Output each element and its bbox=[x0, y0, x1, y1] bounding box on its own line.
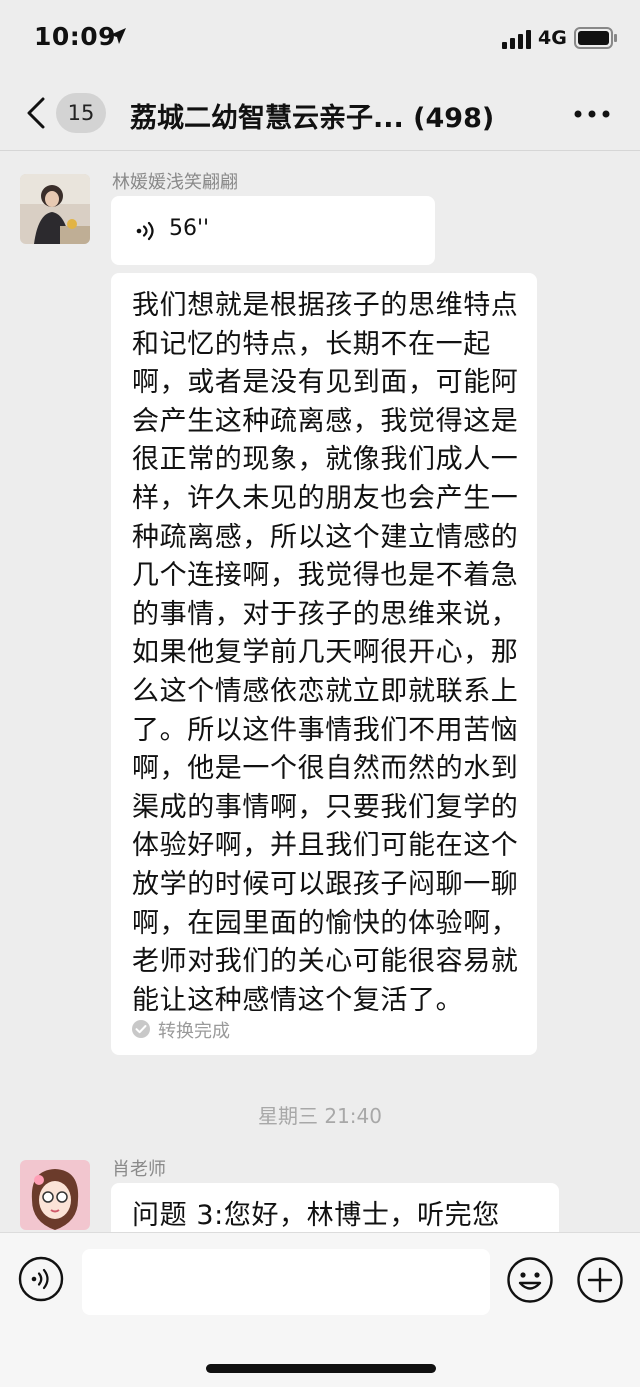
sender-name: 肖老师 bbox=[112, 1159, 166, 1180]
input-bar bbox=[0, 1232, 640, 1387]
chat-header: 15 荔城二幼智慧云亲子... (498) bbox=[0, 80, 640, 151]
voice-wave-icon bbox=[136, 221, 154, 241]
transcript-status-label: 转换完成 bbox=[158, 1021, 230, 1042]
battery-icon bbox=[574, 27, 617, 49]
status-bar: 10:09 4G bbox=[0, 0, 640, 78]
plus-icon[interactable] bbox=[576, 1256, 624, 1304]
network-type: 4G bbox=[538, 27, 567, 49]
unread-count-badge[interactable]: 15 bbox=[56, 93, 106, 133]
transcript-bubble[interactable]: 我们想就是根据孩子的思维特点和记忆的特点，长期不在一起啊，或者是没有见到面，可能… bbox=[111, 273, 537, 1055]
message-text: 问题 3:您好，林博士，听完您 bbox=[132, 1200, 500, 1231]
more-dots-icon[interactable] bbox=[574, 110, 610, 118]
transcript-text: 我们想就是根据孩子的思维特点和记忆的特点，长期不在一起啊，或者是没有见到面，可能… bbox=[132, 290, 519, 1016]
location-arrow-icon bbox=[110, 28, 126, 44]
home-indicator[interactable] bbox=[206, 1364, 436, 1373]
avatar-illustration bbox=[20, 1160, 90, 1230]
sender-name: 林媛媛浅笑翩翩 bbox=[112, 172, 238, 193]
voice-message-bubble[interactable]: 56'' bbox=[111, 196, 435, 265]
voice-duration: 56'' bbox=[169, 216, 210, 241]
avatar-photo bbox=[20, 174, 90, 244]
chevron-left-icon[interactable] bbox=[24, 96, 48, 130]
chat-title[interactable]: 荔城二幼智慧云亲子... (498) bbox=[130, 96, 494, 135]
time-divider: 星期三 21:40 bbox=[258, 1104, 382, 1128]
avatar[interactable] bbox=[20, 1160, 90, 1230]
message-input[interactable] bbox=[82, 1249, 490, 1315]
check-circle-icon bbox=[132, 1020, 150, 1038]
cellular-signal-icon bbox=[502, 30, 531, 49]
voice-input-icon[interactable] bbox=[18, 1256, 64, 1302]
status-time: 10:09 bbox=[34, 22, 117, 51]
emoji-icon[interactable] bbox=[506, 1256, 554, 1304]
avatar[interactable] bbox=[20, 174, 90, 244]
